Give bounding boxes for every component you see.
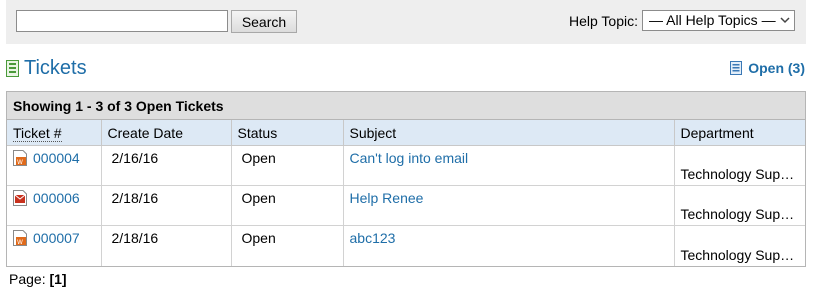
subject-link[interactable]: abc123 [350, 230, 396, 246]
subject-link[interactable]: Help Renee [350, 190, 424, 206]
svg-text:W: W [17, 159, 23, 166]
open-tickets-label: Open (3) [748, 60, 805, 76]
help-topic-selected: — All Help Topics — [649, 12, 776, 28]
web-ticket-icon: W [13, 230, 27, 246]
subject-link[interactable]: Can't log into email [350, 150, 469, 166]
column-header-subject[interactable]: Subject [343, 120, 675, 146]
column-header-status[interactable]: Status [231, 120, 344, 146]
table-row: 000006 2/18/16 Open Help Renee Technolog… [7, 185, 805, 226]
email-ticket-icon [13, 190, 27, 206]
status: Open [231, 145, 344, 186]
table-row: W 000007 2/18/16 Open abc123 Technology … [7, 225, 805, 266]
search-bar: Search Help Topic: — All Help Topics — [6, 0, 806, 44]
open-tickets-link[interactable]: Open (3) [730, 60, 805, 76]
status: Open [231, 185, 344, 226]
department: Technology Sup… [680, 246, 795, 263]
ticket-number-link[interactable]: 000006 [33, 190, 80, 206]
ticket-number-link[interactable]: 000004 [33, 150, 80, 166]
tickets-table: Showing 1 - 3 of 3 Open Tickets Ticket #… [6, 91, 806, 267]
svg-text:W: W [17, 239, 23, 246]
pagination-label: Page: [9, 271, 46, 287]
help-topic-label: Help Topic: [569, 13, 639, 29]
page-title-text: Tickets [24, 56, 87, 79]
current-page[interactable]: [1] [49, 271, 66, 287]
web-ticket-icon: W [13, 150, 27, 166]
open-tickets-icon [730, 61, 743, 75]
department: Technology Sup… [674, 185, 805, 226]
table-caption: Showing 1 - 3 of 3 Open Tickets [7, 92, 805, 120]
chevron-down-icon [780, 17, 790, 24]
ticket-number-link[interactable]: 000007 [33, 230, 80, 246]
column-header-ticket[interactable]: Ticket # [7, 120, 102, 146]
create-date: 2/18/16 [101, 185, 232, 226]
create-date: 2/18/16 [101, 225, 232, 266]
department: Technology Sup… [674, 145, 805, 186]
search-input[interactable] [16, 10, 228, 32]
column-header-create-date[interactable]: Create Date [101, 120, 232, 146]
search-button[interactable]: Search [231, 10, 297, 33]
help-topic-select[interactable]: — All Help Topics — [642, 10, 795, 31]
pagination: Page: [1] [9, 271, 67, 287]
ticket-list-icon [6, 59, 19, 77]
page-title: Tickets [6, 56, 87, 80]
status: Open [231, 225, 344, 266]
create-date: 2/16/16 [101, 145, 232, 186]
column-header-department[interactable]: Department [674, 120, 805, 146]
table-row: W 000004 2/16/16 Open Can't log into ema… [7, 145, 805, 186]
